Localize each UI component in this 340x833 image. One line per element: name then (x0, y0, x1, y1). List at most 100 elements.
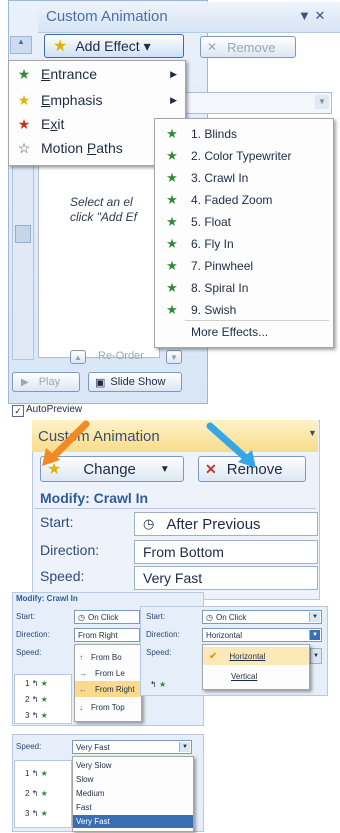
entrance-option-label: 8. Spiral In (191, 281, 249, 295)
entrance-option[interactable]: ★ 8. Spiral In (155, 277, 333, 299)
submenu-arrow-icon: ▶ (170, 68, 177, 79)
speed-options-menu: Very Slow Slow Medium Fast Very Fast (72, 756, 194, 832)
play-label: Play (38, 376, 61, 388)
right-list-item[interactable]: ↰ ★ (150, 680, 166, 689)
entrance-option-label: More Effects... (191, 325, 269, 339)
list-item[interactable]: 1 ↰ ★ (25, 679, 48, 688)
menu-item-emphasis[interactable]: ★ Emphasis ▶ (9, 89, 185, 111)
motion-path-star-icon: ☆ (17, 139, 31, 156)
entrance-star-icon: ★ (17, 65, 31, 82)
move-up-button[interactable]: ▲ (70, 350, 86, 364)
list-scrollbar[interactable] (12, 146, 34, 360)
entrance-option[interactable]: ★ 3. Crawl In (155, 167, 333, 189)
entrance-option-label: 2. Color Typewriter (191, 149, 292, 163)
modify-heading: Modify: Crawl In (40, 490, 149, 506)
list-item[interactable]: 3 ↰ ★ (25, 809, 48, 818)
entrance-option[interactable]: ★ 5. Float (155, 211, 333, 233)
entrance-option[interactable]: ★ 1. Blinds (155, 123, 333, 145)
direction-value: From Bottom (143, 544, 224, 560)
entrance-option[interactable]: ★ 4. Faded Zoom (155, 189, 333, 211)
entrance-option-label: 6. Fly In (191, 237, 234, 251)
direction-select-small[interactable]: From Right (74, 628, 140, 642)
pane-close-controls[interactable]: ▼ ✕ (298, 8, 325, 24)
menu-item-entrance[interactable]: ★ Entrance ▶ (9, 63, 185, 85)
entrance-effect-star-icon: ★ (166, 302, 178, 317)
orange-arrow-icon (42, 420, 90, 466)
autopreview-label: AutoPreview (26, 404, 83, 415)
entrance-option-label: 3. Crawl In (191, 171, 249, 185)
entrance-option[interactable]: ★ 9. Swish (155, 299, 333, 321)
list-item[interactable]: 3 ↰ ★ (25, 711, 48, 720)
remove-button-disabled[interactable]: ✕ Remove (200, 36, 296, 58)
right-start-select[interactable]: ◷ On Click ▼ (202, 610, 322, 624)
autopreview-checkbox[interactable]: ✓ (12, 405, 24, 417)
scroll-thumb[interactable] (15, 225, 31, 243)
right-speed-label: Speed: (146, 648, 172, 657)
hint-line-1: Select an el (70, 195, 133, 209)
entrance-option-label: 5. Float (191, 215, 232, 229)
speed-value: Very Fast (143, 570, 203, 586)
anim-list-4: 1 ↰ ★ 2 ↰ ★ 3 ↰ ★ (14, 760, 72, 828)
menu-item-entrance-rest: ntrance (50, 66, 98, 82)
play-button[interactable]: ▶ Play (12, 372, 80, 392)
start-label: Start: (40, 514, 74, 530)
speed-select[interactable]: Very Fast (134, 566, 318, 590)
list-item[interactable]: 2 ↰ ★ (25, 789, 48, 798)
reorder-label: Re-Order (98, 350, 144, 362)
direction-option-right[interactable]: ← From Right (75, 681, 141, 697)
entrance-effect-star-icon: ★ (166, 258, 178, 273)
entrance-option[interactable]: ★ 2. Color Typewriter (155, 145, 333, 167)
direction-option-top[interactable]: ↓ From Top (75, 699, 141, 715)
clock-icon: ◷ (143, 516, 155, 531)
menu-item-more-effects[interactable]: More Effects... (155, 321, 333, 343)
direction-select[interactable]: From Bottom (134, 540, 318, 564)
slide-show-label: Slide Show (110, 376, 166, 388)
start-value-small: On Click (87, 612, 119, 622)
scroll-up-button[interactable]: ▲ (10, 36, 32, 54)
speed-option[interactable]: Medium (73, 787, 193, 800)
animation-list[interactable] (38, 146, 160, 358)
orientation-horizontal[interactable]: ✔ Horizontal (203, 647, 309, 665)
pane-2-dropdown-icon[interactable]: ▼ (308, 428, 317, 438)
arrow-right-icon: → (79, 668, 87, 678)
orientation-options-menu: ✔ Horizontal Vertical (202, 644, 310, 690)
hint-text: Select an el click "Add Ef (70, 195, 154, 225)
add-effect-label: Add Effect ▾ (75, 37, 151, 54)
move-down-button[interactable]: ▼ (166, 350, 182, 364)
entrance-option-label: 4. Faded Zoom (191, 193, 273, 207)
entrance-effect-star-icon: ★ (166, 280, 178, 295)
speed-option[interactable]: Very Slow (73, 759, 193, 772)
speed-label: Speed: (40, 568, 85, 584)
entrance-effect-star-icon: ★ (166, 126, 178, 141)
entrance-effect-star-icon: ★ (166, 170, 178, 185)
direction-option-bottom[interactable]: ↑ From Bo (75, 649, 141, 665)
speed-option[interactable]: Very Fast (73, 815, 193, 828)
start-select[interactable]: ◷ After Previous (134, 512, 318, 536)
speed-option[interactable]: Slow (73, 773, 193, 786)
speed-option[interactable]: Fast (73, 801, 193, 814)
list-item[interactable]: 1 ↰ ★ (25, 769, 48, 778)
entrance-option[interactable]: ★ 7. Pinwheel (155, 255, 333, 277)
slide-show-button[interactable]: ▣ Slide Show (88, 372, 182, 392)
orientation-vertical[interactable]: Vertical (203, 667, 309, 685)
speed-select-4[interactable]: Very Fast ▼ (72, 740, 192, 754)
right-direction-select[interactable]: Horizontal ▼ (202, 628, 322, 642)
speed-value-4: Very Fast (76, 742, 110, 752)
entrance-option[interactable]: ★ 6. Fly In (155, 233, 333, 255)
add-effect-star-icon: ★ (53, 38, 68, 55)
speed-label-small: Speed: (16, 648, 42, 657)
clock-icon-small: ◷ (78, 612, 85, 622)
speed-option-label: Slow (76, 775, 94, 784)
add-effect-button[interactable]: ★ Add Effect ▾ (44, 34, 184, 58)
start-select-small[interactable]: ◷ On Click (74, 610, 140, 624)
entrance-submenu: ★ 1. Blinds ★ 2. Color Typewriter ★ 3. Crawl … (154, 118, 334, 348)
entrance-option-label: 1. Blinds (191, 127, 238, 141)
hint-line-2: click "Add Ef (70, 210, 137, 224)
direction-option-left[interactable]: → From Le (75, 665, 141, 681)
right-direction-label: Direction: (146, 630, 180, 639)
direction-label: Direction: (40, 542, 100, 558)
direction-label-small: Direction: (16, 630, 50, 639)
list-item[interactable]: 2 ↰ ★ (25, 695, 48, 704)
right-speed-dropdown-btn[interactable]: ▼ (310, 648, 322, 664)
right-start-label: Start: (146, 612, 166, 621)
